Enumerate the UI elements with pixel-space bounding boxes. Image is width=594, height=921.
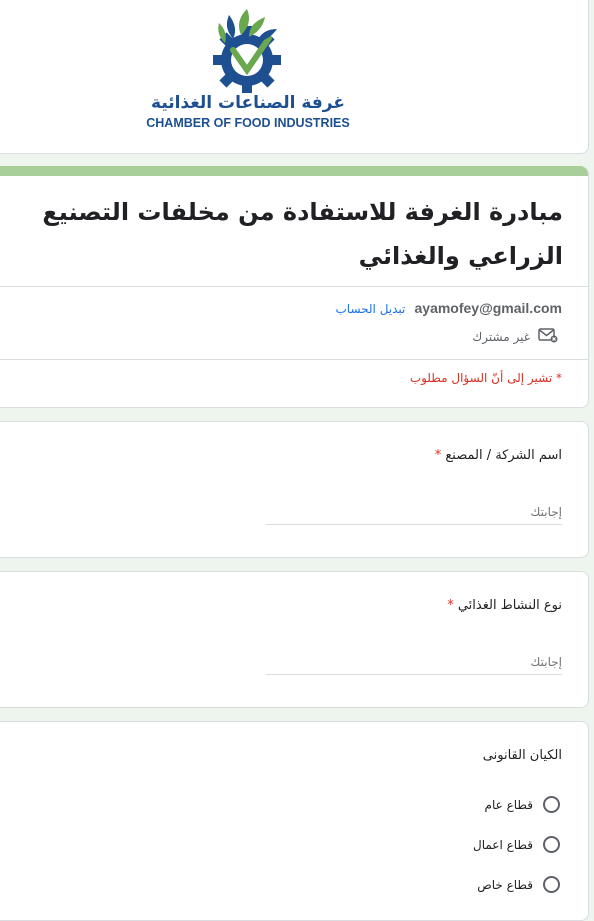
radio-option-label: قطاع عام (484, 797, 533, 812)
question-card-legal-entity: الكيان القانونى قطاع عام قطاع اعمال قطاع… (0, 721, 589, 921)
account-row: تبديل الحساب ayamofey@gmail.com (336, 298, 563, 317)
divider (0, 359, 588, 360)
required-asterisk: * (434, 448, 442, 463)
logo-english-text: CHAMBER OF FOOD INDUSTRIES (146, 116, 350, 130)
question-label-activity: نوع النشاط الغذائي * (447, 598, 562, 613)
share-status-text: غير مشترك (472, 330, 530, 344)
question-label-company: اسم الشركة / المصنع * (435, 448, 562, 463)
logo-emblem-icon (213, 9, 281, 94)
question-card-company: اسم الشركة / المصنع * (0, 421, 589, 558)
radio-button[interactable] (543, 796, 560, 813)
radio-option-public[interactable]: قطاع عام (485, 796, 560, 813)
divider (0, 286, 588, 287)
radio-option-private[interactable]: قطاع خاص (477, 876, 560, 893)
radio-button[interactable] (543, 876, 560, 893)
switch-account-link[interactable]: تبديل الحساب (336, 302, 406, 316)
header-banner: غرفة الصناعات الغذائية CHAMBER OF FOOD I… (0, 0, 589, 154)
account-email: ayamofey@gmail.com (414, 300, 563, 316)
company-name-input[interactable] (266, 500, 562, 525)
required-note: * تشير إلى أنّ السؤال مطلوب (409, 371, 562, 385)
question-card-activity: نوع النشاط الغذائي * (0, 571, 589, 708)
chamber-logo: غرفة الصناعات الغذائية CHAMBER OF FOOD I… (137, 5, 359, 133)
activity-type-input[interactable] (266, 650, 562, 675)
radio-option-business[interactable]: قطاع اعمال (473, 836, 560, 853)
share-status: غير مشترك (472, 327, 558, 347)
question-label-legal-entity: الكيان القانونى (482, 748, 562, 763)
radio-option-label: قطاع خاص (477, 877, 533, 892)
accent-bar (0, 166, 588, 176)
radio-button[interactable] (543, 836, 560, 853)
mail-off-icon (538, 327, 558, 347)
form-header-card: مبادرة الغرفة للاستفادة من مخلفات التصني… (0, 166, 589, 408)
logo-arabic-text: غرفة الصناعات الغذائية (151, 93, 345, 113)
required-asterisk: * (447, 598, 454, 613)
radio-option-label: قطاع اعمال (472, 837, 533, 852)
form-title: مبادرة الغرفة للاستفادة من مخلفات التصني… (42, 198, 563, 270)
question-text: اسم الشركة / المصنع (445, 448, 562, 463)
question-text: نوع النشاط الغذائي (457, 598, 562, 613)
